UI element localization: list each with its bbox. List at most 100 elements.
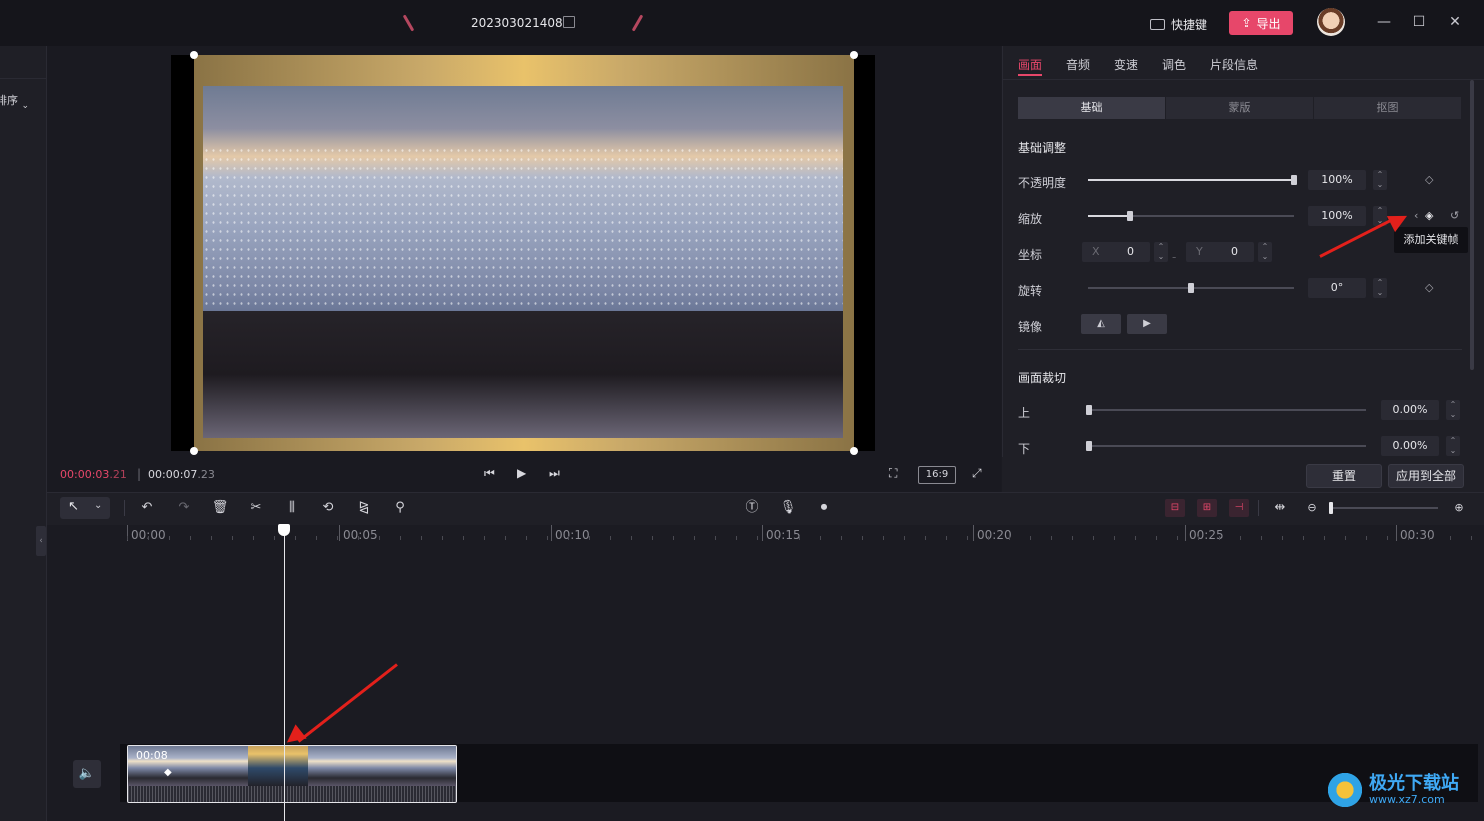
previous-frame-icon[interactable]: ⏮ bbox=[484, 466, 495, 481]
subtab-cutout[interactable]: 抠图 bbox=[1314, 97, 1461, 119]
playhead-handle[interactable] bbox=[278, 524, 290, 536]
fullscreen-icon[interactable]: ⤢ bbox=[972, 466, 982, 481]
subtab-mask[interactable]: 蒙版 bbox=[1166, 97, 1313, 119]
auto-snap-icon[interactable]: ⊞ bbox=[1197, 499, 1217, 517]
logo-sub-text: www.xz7.com bbox=[1369, 792, 1445, 806]
position-y-input[interactable]: Y 0 bbox=[1186, 242, 1254, 262]
marker-icon[interactable]: ⚲ bbox=[391, 499, 409, 517]
opacity-slider-knob[interactable] bbox=[1291, 175, 1297, 185]
rotation-stepper[interactable]: ⌃ ⌄ bbox=[1373, 278, 1387, 298]
cursor-icon: ↖ bbox=[68, 499, 79, 514]
scale-input[interactable]: 100% bbox=[1308, 206, 1366, 226]
freeze-icon[interactable]: ⫼ bbox=[283, 499, 301, 517]
tab-clip-info[interactable]: 片段信息 bbox=[1210, 56, 1258, 73]
inspector-scrollbar[interactable] bbox=[1470, 80, 1474, 370]
tab-audio[interactable]: 音频 bbox=[1066, 56, 1090, 73]
total-time-frames: .23 bbox=[197, 468, 215, 481]
sort-label: 排序 bbox=[0, 94, 18, 107]
tab-color[interactable]: 调色 bbox=[1162, 56, 1186, 73]
video-preview-image[interactable] bbox=[203, 86, 843, 438]
undo-icon[interactable]: ↶ bbox=[138, 499, 156, 517]
opacity-stepper[interactable]: ⌃ ⌄ bbox=[1373, 170, 1387, 190]
video-clip[interactable] bbox=[127, 745, 457, 803]
delete-icon[interactable]: 🗑 bbox=[211, 499, 229, 517]
crop-bottom-input[interactable]: 0.00% bbox=[1381, 436, 1439, 456]
zoom-in-icon[interactable]: ⊕ bbox=[1450, 499, 1468, 517]
next-frame-icon[interactable]: ⏭ bbox=[549, 466, 560, 481]
close-button[interactable]: ✕ bbox=[1447, 14, 1463, 30]
reset-button[interactable]: 重置 bbox=[1306, 464, 1382, 488]
resize-handle-br[interactable] bbox=[850, 447, 858, 455]
scale-slider[interactable] bbox=[1088, 215, 1294, 217]
microphone-icon[interactable]: 🎙 bbox=[779, 499, 797, 517]
shortcut-label: 快捷键 bbox=[1171, 18, 1208, 32]
tab-picture[interactable]: 画面 bbox=[1018, 56, 1042, 73]
mirror-vertical-button[interactable]: ▶ bbox=[1127, 314, 1167, 334]
reverse-icon[interactable]: ⟲ bbox=[319, 499, 337, 517]
mirror-icon[interactable]: ⧎ bbox=[355, 499, 373, 517]
sort-dropdown[interactable]: 排序 ⌄ bbox=[0, 92, 29, 111]
avatar[interactable] bbox=[1317, 8, 1345, 36]
scale-slider-knob[interactable] bbox=[1127, 211, 1133, 221]
crop-icon[interactable]: ⛶ bbox=[889, 466, 897, 481]
crop-top-input[interactable]: 0.00% bbox=[1381, 400, 1439, 420]
rotation-slider-knob[interactable] bbox=[1188, 283, 1194, 293]
keyframe-icon[interactable]: ◇ bbox=[1425, 281, 1433, 294]
rotation-input[interactable]: 0° bbox=[1308, 278, 1366, 298]
track-volume-icon[interactable]: 🔈 bbox=[73, 760, 101, 788]
select-tool-button[interactable]: ↖ ⌄ bbox=[60, 497, 110, 519]
crop-bottom-slider[interactable] bbox=[1088, 445, 1366, 447]
record-icon[interactable]: ⏺ bbox=[815, 499, 833, 517]
position-x-input[interactable]: X 0 bbox=[1082, 242, 1150, 262]
collapse-left-button[interactable]: ‹ bbox=[36, 526, 46, 556]
crop-top-stepper[interactable]: ⌃ ⌄ bbox=[1446, 400, 1460, 420]
keyframe-marker-icon[interactable]: ◆ bbox=[164, 767, 172, 778]
main-track-magnet-icon[interactable]: ⊟ bbox=[1165, 499, 1185, 517]
crop-bottom-stepper[interactable]: ⌃ ⌄ bbox=[1446, 436, 1460, 456]
linkage-icon[interactable]: ⊣ bbox=[1229, 499, 1249, 517]
ruler-minor-ticks bbox=[127, 536, 1477, 540]
opacity-input[interactable]: 100% bbox=[1308, 170, 1366, 190]
reset-icon[interactable]: ↺ bbox=[1450, 209, 1459, 222]
rotation-label: 旋转 bbox=[1018, 284, 1043, 298]
zoom-out-icon[interactable]: ⊖ bbox=[1303, 499, 1321, 517]
text-recognition-icon[interactable]: Ⓣ bbox=[743, 499, 761, 517]
edit-icon[interactable] bbox=[563, 16, 575, 28]
subtab-basic[interactable]: 基础 bbox=[1018, 97, 1165, 119]
resize-handle-tr[interactable] bbox=[850, 51, 858, 59]
prev-keyframe-icon[interactable]: ‹ bbox=[1414, 209, 1418, 222]
tab-speed[interactable]: 变速 bbox=[1114, 56, 1138, 73]
minimize-button[interactable]: — bbox=[1376, 14, 1392, 30]
project-title[interactable]: 202303021408 bbox=[471, 16, 563, 30]
apply-all-button[interactable]: 应用到全部 bbox=[1388, 464, 1464, 488]
redo-icon[interactable]: ↷ bbox=[175, 499, 193, 517]
time-separator: | bbox=[137, 467, 142, 481]
resize-handle-tl[interactable] bbox=[190, 51, 198, 59]
keyframe-icon[interactable]: ◈ bbox=[1425, 209, 1433, 222]
play-icon[interactable]: ▶ bbox=[517, 466, 526, 480]
keyframe-icon[interactable]: ◇ bbox=[1425, 173, 1433, 186]
preview-axis-icon[interactable]: ⇹ bbox=[1271, 499, 1289, 517]
split-icon[interactable]: ✂ bbox=[247, 499, 265, 517]
logo-main-text: 极光下载站 bbox=[1369, 773, 1459, 795]
export-label: 导出 bbox=[1256, 16, 1281, 31]
mirror-label: 镜像 bbox=[1018, 320, 1043, 334]
mirror-horizontal-button[interactable]: ◭ bbox=[1081, 314, 1121, 334]
aspect-ratio-button[interactable]: 16:9 bbox=[918, 466, 956, 484]
opacity-label: 不透明度 bbox=[1018, 176, 1067, 190]
resize-handle-bl[interactable] bbox=[190, 447, 198, 455]
position-y-stepper[interactable]: ⌃ ⌄ bbox=[1258, 242, 1272, 262]
zoom-slider-knob[interactable] bbox=[1329, 502, 1333, 514]
crop-bottom-knob[interactable] bbox=[1086, 441, 1092, 451]
shortcut-button[interactable]: 快捷键 bbox=[1150, 16, 1207, 33]
scale-slider-fill bbox=[1088, 215, 1130, 217]
export-button[interactable]: ⇪ 导出 bbox=[1229, 11, 1293, 35]
opacity-slider[interactable] bbox=[1088, 179, 1294, 181]
crop-top-knob[interactable] bbox=[1086, 405, 1092, 415]
playhead[interactable] bbox=[284, 528, 285, 821]
position-x-stepper[interactable]: ⌃ ⌄ bbox=[1154, 242, 1168, 262]
clip-thumbnail bbox=[248, 746, 309, 786]
crop-top-slider[interactable] bbox=[1088, 409, 1366, 411]
zoom-slider[interactable] bbox=[1330, 507, 1438, 509]
maximize-button[interactable]: ☐ bbox=[1411, 14, 1427, 30]
